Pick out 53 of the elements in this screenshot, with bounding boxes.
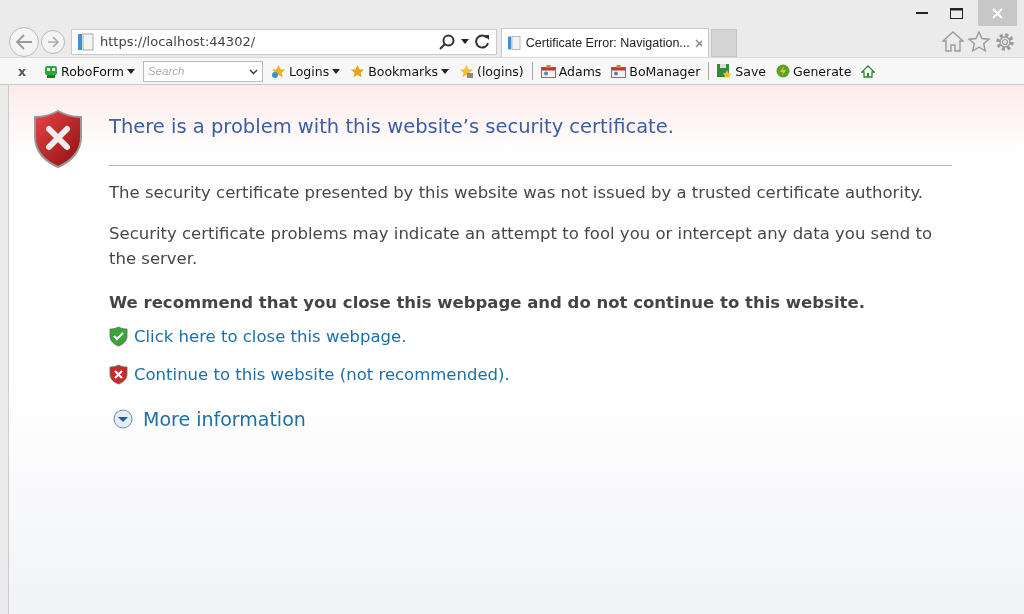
- star-icon: [350, 63, 366, 79]
- search-field[interactable]: Search: [142, 60, 263, 82]
- chevron-down-icon[interactable]: [248, 68, 258, 75]
- toolbar-button[interactable]: (logins): [457, 63, 526, 79]
- star-icon: [270, 63, 286, 79]
- shield-x-icon: [33, 109, 83, 169]
- maximize-icon: [949, 7, 963, 19]
- star-icon: [459, 63, 474, 79]
- caret-icon: [126, 68, 135, 74]
- robot-icon: [44, 64, 59, 78]
- browser-tab[interactable]: Certificate Error: Navigation...: [501, 28, 709, 57]
- search-icon: [439, 33, 455, 50]
- home-button[interactable]: [859, 64, 878, 78]
- close-toolbar-button[interactable]: x: [16, 63, 29, 79]
- toolbar-menu-button[interactable]: RoboForm: [42, 63, 137, 79]
- paragraph: The security certificate presented by this website was not issued by a trusted certificate authority.: [109, 182, 925, 204]
- page-icon: [508, 34, 521, 52]
- back-button[interactable]: [9, 26, 39, 57]
- arrow-left-icon: [15, 33, 33, 50]
- lightning-icon: [776, 64, 791, 78]
- page-icon: [78, 32, 94, 51]
- toolbar-menu-button[interactable]: Logins: [268, 63, 343, 79]
- address-bar[interactable]: https://localhost:44302/: [71, 28, 497, 55]
- toolbar-button[interactable]: Save: [715, 63, 769, 79]
- toolbar-menu-button[interactable]: Bookmarks: [348, 63, 451, 79]
- minimize-icon: [916, 12, 928, 14]
- refresh-icon: [475, 34, 490, 49]
- home-icon: [861, 64, 876, 78]
- toolbar-button[interactable]: Generate: [774, 63, 854, 79]
- paragraph: Security certificate problems may indicate an attempt to fool you or intercept any data you send to the server.: [109, 223, 934, 270]
- more-information-toggle[interactable]: More information: [113, 408, 952, 430]
- url-text: https://localhost:44302/: [100, 34, 257, 49]
- toolbar-button[interactable]: BoManager: [609, 63, 703, 79]
- recommendation-text: We recommend that you close this webpage and do not continue to this website.: [109, 293, 866, 312]
- home-icon[interactable]: [942, 30, 964, 52]
- arrow-right-icon: [46, 35, 60, 48]
- caret-icon: [461, 39, 469, 44]
- shield-x-icon: [109, 364, 128, 385]
- error-heading: There is a problem with this website’s security certificate.: [109, 115, 675, 138]
- close-icon: [992, 7, 1003, 19]
- id-card-icon: [540, 64, 556, 78]
- settings-icon[interactable]: [994, 30, 1016, 53]
- id-card-icon: [611, 64, 627, 78]
- star-icon[interactable]: [968, 30, 990, 52]
- toolbar-button[interactable]: Adams: [538, 63, 604, 79]
- forward-button[interactable]: [41, 29, 65, 54]
- caret-icon: [441, 68, 449, 74]
- close-tab-icon[interactable]: [694, 38, 702, 48]
- caret-icon: [332, 68, 341, 74]
- action-link[interactable]: Click here to close this webpage.: [134, 327, 407, 346]
- action-link[interactable]: Continue to this website (not recommended).: [134, 365, 510, 384]
- shield-check-icon: [109, 326, 128, 347]
- close-button[interactable]: [978, 0, 1017, 26]
